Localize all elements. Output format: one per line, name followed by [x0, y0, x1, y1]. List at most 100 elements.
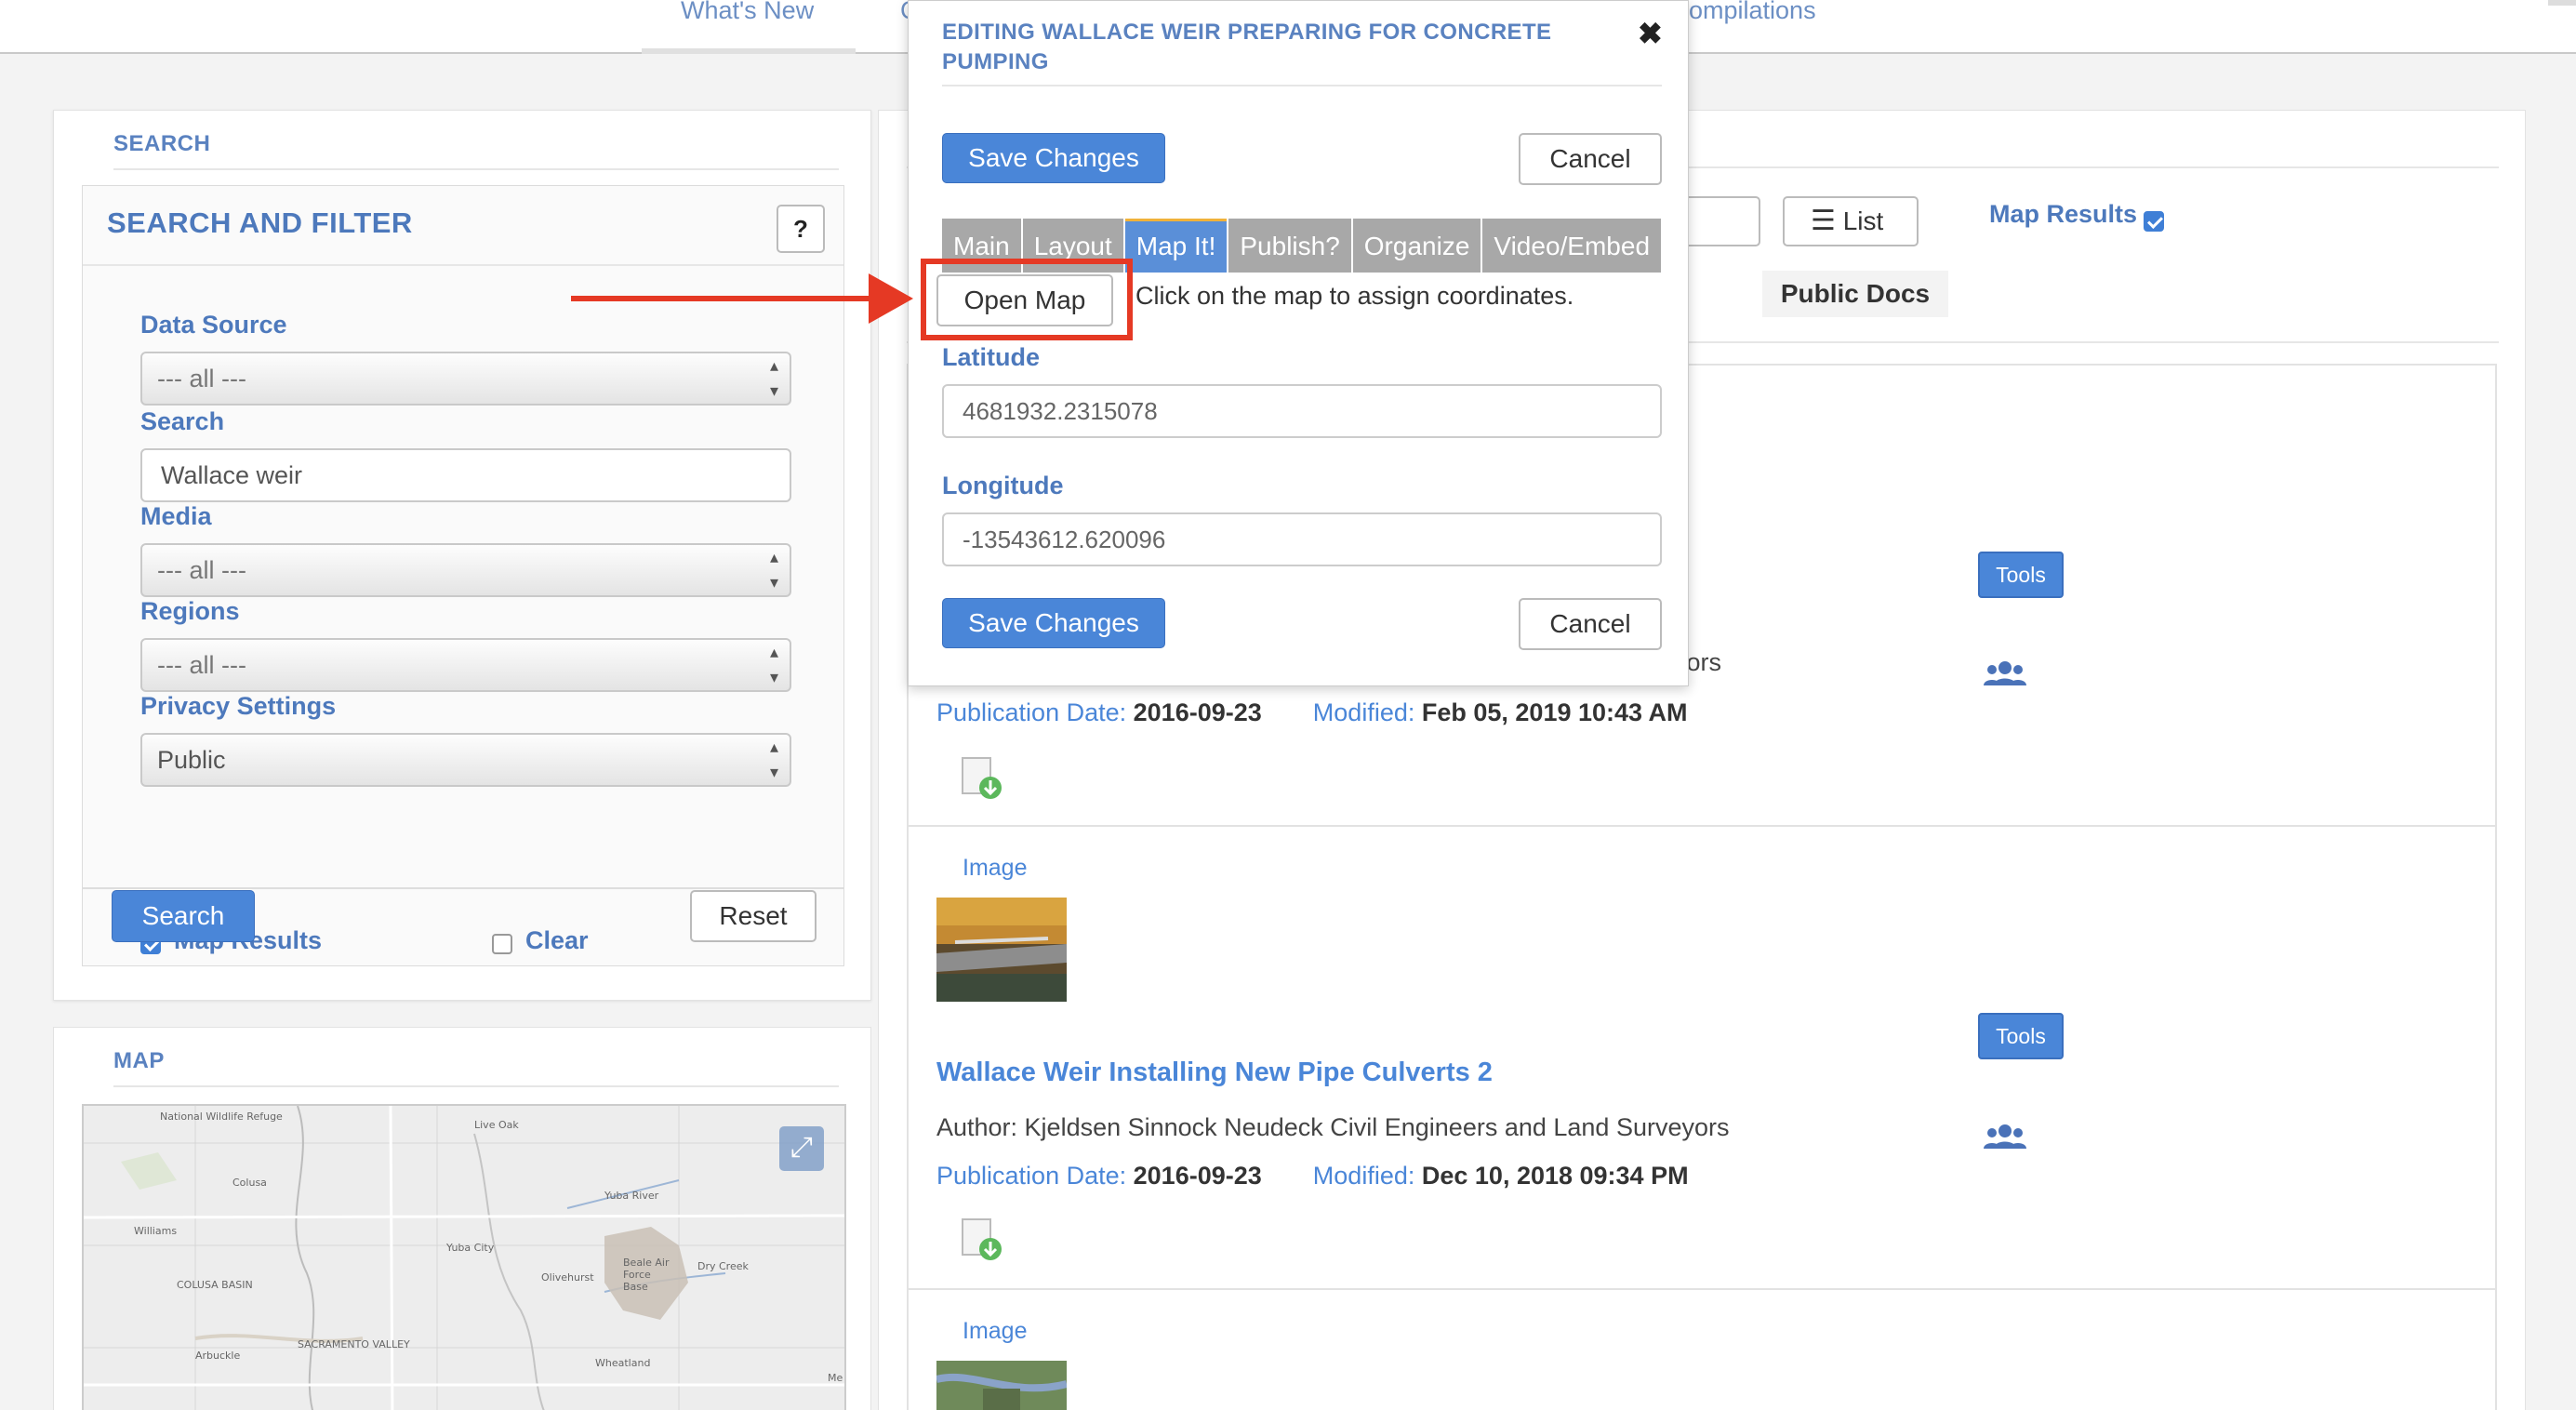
- edit-modal: EDITING WALLACE WEIR PREPARING FOR CONCR…: [908, 0, 1689, 686]
- item-dates: Publication Date: 2016-09-23 Modified: F…: [936, 698, 1688, 727]
- nav-underline: [642, 48, 856, 54]
- map-label: Me: [828, 1372, 843, 1384]
- filter-rule: [83, 887, 843, 889]
- annotation-arrow-head-icon: [869, 273, 913, 324]
- privacy-settings-label: Privacy Settings: [140, 692, 337, 720]
- result-divider: [909, 825, 2495, 827]
- privacy-settings-value: Public: [157, 746, 226, 774]
- result-divider: [909, 1288, 2495, 1290]
- longitude-label: Longitude: [942, 472, 1064, 499]
- clear-checkbox[interactable]: [492, 934, 512, 954]
- group-icon[interactable]: [1982, 659, 2028, 687]
- search-panel: SEARCH SEARCH AND FILTER ? Data Source -…: [53, 110, 871, 1001]
- tab-map-it[interactable]: Map It!: [1124, 219, 1228, 273]
- pub-date-value: 2016-09-23: [1133, 1162, 1262, 1190]
- modal-title-rule: [942, 85, 1662, 86]
- map-view[interactable]: National Wildlife Refuge Live Oak Colusa…: [82, 1104, 846, 1410]
- nav-whats-new[interactable]: What's New: [681, 0, 814, 25]
- download-document-icon[interactable]: [961, 1217, 1003, 1262]
- map-panel-header: MAP: [113, 1048, 165, 1073]
- tab-publish[interactable]: Publish?: [1228, 219, 1351, 273]
- download-document-icon[interactable]: [961, 756, 1003, 801]
- select-arrows-icon: ▴ ▾: [769, 643, 778, 686]
- tools-button[interactable]: Tools: [1978, 552, 2064, 598]
- map-label: Colusa: [232, 1177, 267, 1189]
- modified-label: Modified:: [1312, 698, 1415, 726]
- panel-rule: [113, 1085, 839, 1087]
- map-label: Dry Creek: [697, 1260, 749, 1272]
- search-panel-header: SEARCH: [113, 131, 211, 156]
- search-filter-box: SEARCH AND FILTER ? Data Source --- all …: [82, 185, 844, 966]
- tools-button[interactable]: Tools: [1978, 1013, 2064, 1059]
- search-button[interactable]: Search: [112, 890, 255, 942]
- map-label: Olivehurst: [541, 1271, 594, 1284]
- select-arrows-icon: ▴ ▾: [769, 548, 778, 592]
- data-source-label: Data Source: [140, 311, 287, 339]
- results-map-results-checkbox[interactable]: [2144, 211, 2164, 232]
- map-basemap: [84, 1106, 844, 1410]
- filter-title-rule: [83, 264, 843, 266]
- pub-date-label: Publication Date:: [936, 1162, 1127, 1190]
- map-label: National Wildlife Refuge: [160, 1111, 283, 1123]
- media-select[interactable]: --- all --- ▴ ▾: [140, 543, 791, 597]
- modified-label: Modified:: [1312, 1162, 1415, 1190]
- map-label: Yuba River: [604, 1190, 659, 1202]
- search-input[interactable]: Wallace weir: [140, 448, 791, 502]
- map-panel: MAP National Wildlife Refuge Live Oak Co…: [53, 1027, 871, 1410]
- save-changes-top-button[interactable]: Save Changes: [942, 133, 1165, 183]
- save-changes-bottom-button[interactable]: Save Changes: [942, 598, 1165, 648]
- tab-public-docs[interactable]: Public Docs: [1762, 271, 1948, 317]
- thumbnail-image: [936, 898, 1067, 1002]
- pub-date-value: 2016-09-23: [1133, 698, 1262, 726]
- tab-video-embed[interactable]: Video/Embed: [1482, 219, 1662, 273]
- modified-value: Dec 10, 2018 09:34 PM: [1421, 1162, 1689, 1190]
- tab-organize[interactable]: Organize: [1352, 219, 1481, 273]
- item-thumbnail[interactable]: [936, 1361, 1067, 1410]
- reset-button[interactable]: Reset: [690, 890, 817, 942]
- item-thumbnail[interactable]: [936, 898, 1067, 1002]
- data-source-select[interactable]: --- all --- ▴ ▾: [140, 352, 791, 406]
- media-value: --- all ---: [157, 556, 246, 584]
- item-media-type: Image: [963, 855, 1028, 881]
- map-label: Arbuckle: [195, 1350, 241, 1362]
- modal-title: EDITING WALLACE WEIR PREPARING FOR CONCR…: [942, 20, 1552, 74]
- item-title-link[interactable]: Wallace Weir Installing New Pipe Culvert…: [936, 1058, 1493, 1088]
- clear-label: Clear: [525, 926, 589, 954]
- results-map-results-label: Map Results: [1989, 200, 2138, 228]
- expand-map-icon[interactable]: ⤢: [779, 1126, 824, 1171]
- select-arrows-icon: ▴ ▾: [769, 356, 778, 400]
- annotation-highlight-box: [921, 259, 1133, 340]
- map-label: Beale Air Force Base: [623, 1257, 670, 1293]
- filter-title: SEARCH AND FILTER: [107, 206, 413, 239]
- map-label: Yuba City: [446, 1242, 495, 1254]
- map-label: Wheatland: [595, 1357, 651, 1369]
- list-view-label: List: [1842, 206, 1884, 235]
- annotation-arrow-line: [571, 296, 878, 301]
- cancel-bottom-button[interactable]: Cancel: [1519, 598, 1662, 650]
- modified-value: Feb 05, 2019 10:43 AM: [1421, 698, 1688, 726]
- data-source-value: --- all ---: [157, 365, 246, 392]
- close-icon[interactable]: ✖: [1638, 16, 1663, 51]
- map-label: COLUSA BASIN: [177, 1279, 253, 1291]
- regions-select[interactable]: --- all --- ▴ ▾: [140, 638, 791, 692]
- list-icon: ☰: [1811, 206, 1836, 236]
- help-button[interactable]: ?: [777, 205, 825, 253]
- latitude-input[interactable]: 4681932.2315078: [942, 384, 1662, 438]
- media-label: Media: [140, 502, 212, 530]
- longitude-input[interactable]: -13543612.620096: [942, 512, 1662, 566]
- latitude-label: Latitude: [942, 343, 1040, 371]
- thumbnail-image: [936, 1361, 1067, 1410]
- panel-rule: [113, 168, 839, 170]
- map-instruction: Click on the map to assign coordinates.: [1135, 282, 1574, 310]
- item-dates: Publication Date: 2016-09-23 Modified: D…: [936, 1162, 1689, 1191]
- regions-value: --- all ---: [157, 651, 246, 679]
- list-view-button[interactable]: ☰ List: [1783, 196, 1919, 246]
- map-label: SACRAMENTO VALLEY: [298, 1338, 410, 1350]
- item-author: Author: Kjeldsen Sinnock Neudeck Civil E…: [936, 1113, 1730, 1141]
- map-label: Williams: [134, 1225, 178, 1237]
- privacy-settings-select[interactable]: Public ▴ ▾: [140, 733, 791, 787]
- group-icon[interactable]: [1982, 1123, 2028, 1151]
- cancel-top-button[interactable]: Cancel: [1519, 133, 1662, 185]
- search-label: Search: [140, 407, 225, 435]
- nav-compilations[interactable]: ompilations: [1689, 0, 1816, 25]
